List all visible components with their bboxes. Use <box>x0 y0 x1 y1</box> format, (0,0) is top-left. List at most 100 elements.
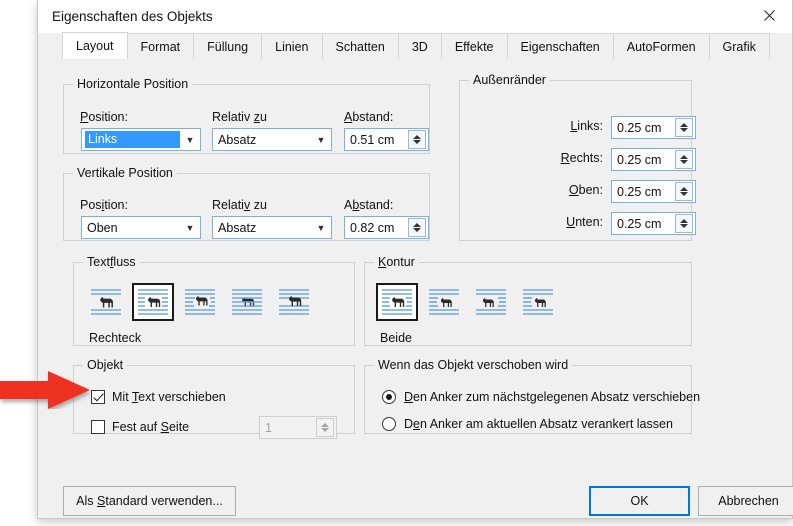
layout-tab-panel: Horizontale Position Position: Links ▼ R… <box>38 59 792 518</box>
contour-caption: Beide <box>380 331 412 345</box>
spinner-arrows-icon[interactable] <box>675 214 693 233</box>
horizontal-position-value: Links <box>85 131 180 148</box>
horizontal-relative-label: Relativ zu <box>212 110 267 124</box>
tab-effekte[interactable]: Effekte <box>441 33 508 59</box>
vertical-position-combo[interactable]: Oben ▼ <box>81 216 201 239</box>
radio-move-anchor-to-nearest-paragraph[interactable]: Den Anker zum nächstgelegenen Absatz ver… <box>382 390 700 404</box>
tab-strip: Layout Format Füllung Linien Schatten 3D… <box>38 33 792 60</box>
contour-option-rechts[interactable] <box>470 283 512 321</box>
radio-keep-anchor-at-current-paragraph[interactable]: Den Anker am aktuellen Absatz verankert … <box>382 417 673 431</box>
tab-3d[interactable]: 3D <box>398 33 442 59</box>
vertical-relative-value: Absatz <box>213 221 311 235</box>
horizontal-position-combo[interactable]: Links ▼ <box>81 128 201 151</box>
horizontal-relative-value: Absatz <box>213 133 311 147</box>
radio-move-anchor-label: Den Anker zum nächstgelegenen Absatz ver… <box>404 390 700 404</box>
use-as-default-button[interactable]: Als Standard verwenden... <box>63 486 236 516</box>
margin-top-spinner[interactable]: 0.25 cm <box>611 180 696 203</box>
spinner-arrows-icon <box>316 418 334 437</box>
textflow-option-durchlaufend[interactable] <box>226 283 268 321</box>
checkbox-unchecked-icon <box>91 420 105 434</box>
vertical-distance-value: 0.82 cm <box>345 221 408 235</box>
vertical-relative-label: Relativ zu <box>212 198 267 212</box>
chevron-down-icon: ▼ <box>180 223 200 233</box>
margin-top-label: Oben: <box>515 183 603 197</box>
group-object-legend: Objekt <box>83 358 127 372</box>
margin-top-value: 0.25 cm <box>612 185 675 199</box>
tab-format[interactable]: Format <box>127 33 195 59</box>
group-anchor-behaviour: Wenn das Objekt verschoben wird Den Anke… <box>364 358 692 434</box>
margin-bottom-value: 0.25 cm <box>612 217 675 231</box>
checkbox-move-with-text-label: Mit Text verschieben <box>112 390 226 404</box>
chevron-down-icon: ▼ <box>311 223 331 233</box>
tab-layout[interactable]: Layout <box>62 32 128 59</box>
textflow-option-oben-unten[interactable] <box>273 283 315 321</box>
tab-fuellung[interactable]: Füllung <box>193 33 262 59</box>
group-outer-margins-legend: Außenränder <box>469 73 550 87</box>
spinner-arrows-icon[interactable] <box>675 150 693 169</box>
spinner-arrows-icon[interactable] <box>408 130 426 149</box>
margin-right-value: 0.25 cm <box>612 153 675 167</box>
checkbox-fixed-on-page-label: Fest auf Seite <box>112 420 189 434</box>
horizontal-distance-spinner[interactable]: 0.51 cm <box>344 128 429 151</box>
textflow-caption: Rechteck <box>89 331 141 345</box>
dialog-title: Eigenschaften des Objekts <box>52 9 213 24</box>
group-horizontal-position: Horizontale Position Position: Links ▼ R… <box>63 77 430 154</box>
margin-left-spinner[interactable]: 0.25 cm <box>611 116 696 139</box>
checkbox-fixed-on-page[interactable]: Fest auf Seite <box>91 420 189 434</box>
horizontal-distance-label: Abstand: <box>344 110 393 124</box>
radio-selected-icon <box>382 390 396 404</box>
margin-right-spinner[interactable]: 0.25 cm <box>611 148 696 171</box>
group-vertical-position: Vertikale Position Position: Oben ▼ Rela… <box>63 166 430 241</box>
margin-bottom-spinner[interactable]: 0.25 cm <box>611 212 696 235</box>
group-text-flow: Textfluss <box>73 255 355 346</box>
contour-option-groesste[interactable] <box>517 283 559 321</box>
page-number-spinner: 1 <box>259 416 337 439</box>
checkbox-checked-icon <box>91 390 105 404</box>
vertical-position-label: Position: <box>80 198 128 212</box>
close-icon[interactable] <box>747 0 792 31</box>
title-bar: Eigenschaften des Objekts <box>38 0 792 33</box>
group-contour-legend: Kontur <box>374 255 419 269</box>
tab-schatten[interactable]: Schatten <box>322 33 399 59</box>
checkbox-move-with-text[interactable]: Mit Text verschieben <box>91 390 226 404</box>
chevron-down-icon: ▼ <box>180 135 200 145</box>
vertical-relative-combo[interactable]: Absatz ▼ <box>212 216 332 239</box>
group-text-flow-legend: Textfluss <box>83 255 140 269</box>
group-object: Objekt Mit Text verschieben Fest auf Sei… <box>73 358 355 434</box>
spinner-arrows-icon[interactable] <box>675 182 693 201</box>
tab-autoformen[interactable]: AutoFormen <box>613 33 710 59</box>
horizontal-position-label: Position: <box>80 110 128 124</box>
contour-option-links[interactable] <box>423 283 465 321</box>
group-contour: Kontur <box>364 255 692 346</box>
horizontal-relative-combo[interactable]: Absatz ▼ <box>212 128 332 151</box>
radio-unselected-icon <box>382 417 396 431</box>
group-outer-margins: Außenränder Links: 0.25 cm Rechts: 0.25 … <box>459 73 692 241</box>
vertical-distance-spinner[interactable]: 0.82 cm <box>344 216 429 239</box>
tab-linien[interactable]: Linien <box>261 33 322 59</box>
spinner-arrows-icon[interactable] <box>408 218 426 237</box>
group-vertical-position-legend: Vertikale Position <box>73 166 177 180</box>
group-anchor-behaviour-legend: Wenn das Objekt verschoben wird <box>374 358 572 372</box>
object-properties-dialog: Eigenschaften des Objekts Layout Format … <box>37 0 793 519</box>
horizontal-distance-value: 0.51 cm <box>345 133 408 147</box>
page-number-value: 1 <box>260 421 316 435</box>
use-as-default-button-label: Als Standard verwenden... <box>76 494 223 508</box>
margin-right-label: Rechts: <box>515 151 603 165</box>
group-horizontal-position-legend: Horizontale Position <box>73 77 192 91</box>
textflow-option-rechteck[interactable] <box>132 283 174 321</box>
textflow-option-kein-umbruch[interactable] <box>85 283 127 321</box>
radio-keep-anchor-label: Den Anker am aktuellen Absatz verankert … <box>404 417 673 431</box>
tab-grafik[interactable]: Grafik <box>709 33 770 59</box>
cancel-button[interactable]: Abbrechen <box>698 486 793 516</box>
margin-left-value: 0.25 cm <box>612 121 675 135</box>
spinner-arrows-icon[interactable] <box>675 118 693 137</box>
tab-eigenschaften[interactable]: Eigenschaften <box>507 33 614 59</box>
vertical-distance-label: Abstand: <box>344 198 393 212</box>
chevron-down-icon: ▼ <box>311 135 331 145</box>
margin-left-label: Links: <box>515 119 603 133</box>
contour-option-beide[interactable] <box>376 283 418 321</box>
textflow-option-kontur[interactable] <box>179 283 221 321</box>
vertical-position-value: Oben <box>82 221 180 235</box>
ok-button[interactable]: OK <box>589 486 690 516</box>
margin-bottom-label: Unten: <box>515 215 603 229</box>
